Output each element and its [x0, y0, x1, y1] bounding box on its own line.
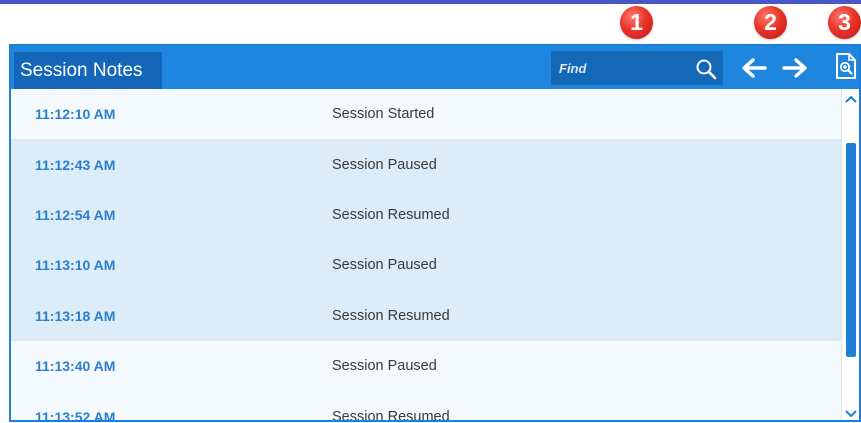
callout-badge-1: 1	[620, 6, 653, 39]
panel-header: Session Notes	[11, 46, 859, 89]
session-notes-panel: Session Notes 11:12:10 AM	[9, 44, 861, 422]
note-event: Session Resumed	[332, 408, 450, 422]
note-event: Session Resumed	[332, 307, 450, 324]
note-event: Session Paused	[332, 358, 437, 375]
note-time: 11:13:52 AM	[35, 408, 116, 422]
list-item[interactable]: 11:12:10 AM Session Started	[11, 89, 841, 140]
arrow-right-icon[interactable]	[781, 55, 809, 81]
note-event: Session Started	[332, 106, 435, 123]
list-item[interactable]: 11:13:40 AM Session Paused	[11, 340, 841, 392]
arrow-left-icon[interactable]	[740, 55, 768, 81]
list-item[interactable]: 11:13:10 AM Session Paused	[11, 240, 841, 291]
scrollbar-thumb[interactable]	[846, 143, 856, 357]
panel-title: Session Notes	[14, 52, 162, 89]
chevron-down-icon[interactable]	[845, 410, 857, 418]
note-time: 11:12:54 AM	[35, 206, 116, 223]
note-time: 11:13:40 AM	[35, 358, 116, 375]
find-box	[551, 51, 723, 85]
document-zoom-icon[interactable]	[834, 51, 858, 81]
callout-badge-2: 2	[754, 6, 787, 39]
callout-badge-3: 3	[828, 6, 861, 39]
note-event: Session Resumed	[332, 206, 450, 223]
note-event: Session Paused	[332, 156, 437, 173]
window-top-strip	[0, 0, 861, 4]
note-event: Session Paused	[332, 257, 437, 274]
list-item[interactable]: 11:13:18 AM Session Resumed	[11, 290, 841, 341]
list-item[interactable]: 11:13:52 AM Session Resumed	[11, 391, 841, 422]
note-time: 11:12:43 AM	[35, 156, 116, 173]
list-item[interactable]: 11:12:54 AM Session Resumed	[11, 189, 841, 241]
chevron-up-icon[interactable]	[845, 95, 857, 103]
note-time: 11:13:18 AM	[35, 307, 116, 324]
find-input[interactable]	[551, 51, 689, 85]
list-item[interactable]: 11:12:43 AM Session Paused	[11, 139, 841, 190]
search-icon[interactable]	[695, 58, 717, 80]
note-time: 11:13:10 AM	[35, 257, 116, 274]
note-time: 11:12:10 AM	[35, 106, 116, 123]
vertical-scrollbar[interactable]	[841, 89, 859, 420]
notes-list: 11:12:10 AM Session Started 11:12:43 AM …	[11, 89, 841, 422]
